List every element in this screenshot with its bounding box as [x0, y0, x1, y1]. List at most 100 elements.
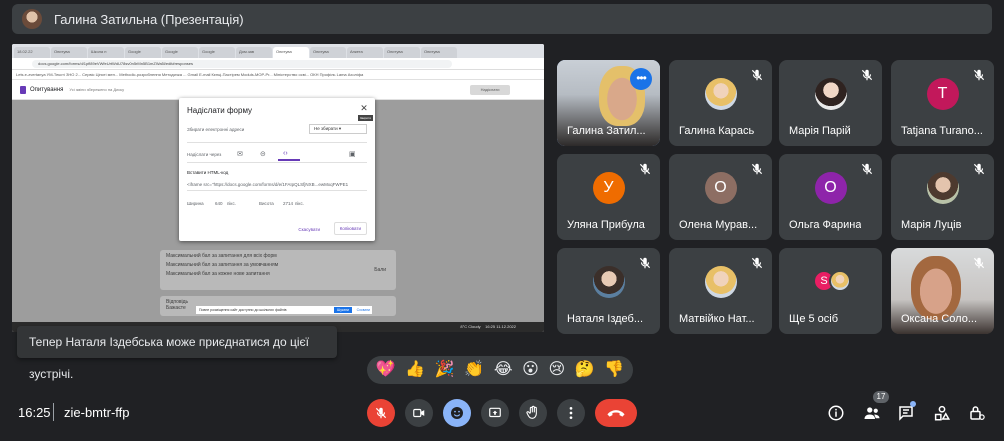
people-button[interactable] [862, 403, 882, 423]
participant-avatar [926, 172, 959, 205]
forms-subtitle: Усі зміни збережено на Диску [69, 87, 125, 92]
browser-tab: Дом.зав [236, 47, 272, 58]
reaction-surprised-face-button[interactable]: 😮 [522, 360, 539, 380]
participant-avatar: У [592, 172, 625, 205]
notice-text: Повне розміщення сайт доступно до шкільн… [199, 308, 287, 312]
collect-emails-label: Збирати електронні адреси [187, 127, 245, 132]
mic-off-icon [751, 69, 763, 81]
info-icon [828, 405, 844, 421]
participant-name: Галина Затил... [567, 125, 646, 137]
email-icon: ✉ [237, 151, 243, 158]
leave-call-button[interactable] [595, 399, 637, 427]
more-options-icon[interactable]: ••• [630, 68, 652, 90]
join-notification: Тепер Наталя Іздебська може приєднатися … [17, 326, 337, 381]
participant-mini-avatar [829, 270, 851, 292]
mic-off-icon [973, 257, 985, 269]
participant-tile[interactable]: ••• Галина Затил... [557, 60, 660, 146]
divider [187, 190, 367, 191]
browser-tab: Опитува [51, 47, 87, 58]
camera-toggle-button[interactable] [405, 399, 433, 427]
mic-off-icon [861, 163, 873, 175]
mic-off-icon [375, 407, 387, 419]
activities-button[interactable] [932, 403, 952, 423]
width-value: 640 [215, 201, 223, 206]
emoji-reactions-button[interactable] [443, 399, 471, 427]
mic-toggle-button[interactable] [367, 399, 395, 427]
reaction-tears-of-joy-button[interactable]: 😂 [494, 360, 513, 380]
host-controls-icon [970, 406, 985, 420]
participant-tile[interactable]: S Ще 5 осіб [779, 248, 882, 334]
notice-dismiss: Сховати [356, 308, 370, 312]
participant-avatar [704, 78, 737, 111]
participant-avatar [704, 266, 737, 299]
participant-name: Ольга Фарина [789, 219, 862, 231]
reactions-bar: 💖 👍 🎉 👏 😂 😮 😢 🤔 👎 [367, 356, 633, 384]
host-controls-button[interactable] [967, 403, 987, 423]
width-unit: пікс. [227, 201, 236, 206]
browser-tab: Опитува [273, 47, 309, 58]
dialog-cancel-button: Скасувати [298, 227, 320, 232]
reaction-thinking-face-button[interactable]: 🤔 [575, 360, 595, 380]
raise-hand-button[interactable] [519, 399, 547, 427]
browser-tab: Опитува [310, 47, 346, 58]
participant-name: Марія Парій [789, 125, 851, 137]
presenter-bar: Галина Затильна (Презентація) [12, 4, 992, 34]
meeting-details-button[interactable] [826, 403, 846, 423]
browser-url: docs.google.com/forms/d/1pfl89eVWfeUrtWd… [32, 59, 452, 68]
participant-tile[interactable]: Марія Луців [891, 154, 994, 240]
reaction-sparkling-heart-button[interactable]: 💖 [376, 360, 396, 380]
participant-face [911, 256, 961, 320]
close-icon: ✕ [360, 103, 368, 113]
participant-name: Галина Карась [679, 125, 755, 137]
present-screen-icon [489, 407, 501, 418]
participant-tile[interactable]: Наталя Іздеб... [557, 248, 660, 334]
reaction-clapping-hands-button[interactable]: 👏 [464, 360, 484, 380]
activities-icon [934, 405, 951, 421]
browser-tab: Google [162, 47, 198, 58]
participant-name: Матвійко Нат... [679, 313, 755, 325]
participant-tile[interactable]: T Tatjana Turano... [891, 60, 994, 146]
browser-tab: 18.02.22 [14, 47, 50, 58]
mic-off-icon [639, 163, 651, 175]
send-form-dialog: Надіслати форму ✕ Закрити Збирати електр… [179, 98, 375, 241]
collect-emails-select: Не збирати ▾ [309, 124, 367, 134]
participant-tile[interactable]: У Уляна Прибула [557, 154, 660, 240]
mic-off-icon [861, 69, 873, 81]
participant-name: Марія Луців [901, 219, 962, 231]
points-label: Бали [374, 267, 386, 273]
browser-tab: Опитува [421, 47, 457, 58]
presentation-screen[interactable]: 18.02.22 Опитува Школа н Google Google Google… [12, 44, 544, 332]
participant-name: Уляна Прибула [567, 219, 645, 231]
participant-count-badge: 17 [873, 391, 889, 403]
present-screen-button[interactable] [481, 399, 509, 427]
height-value: 2714 [283, 201, 294, 206]
link-icon: ⊝ [260, 151, 266, 158]
reaction-crying-face-button[interactable]: 😢 [548, 360, 565, 380]
participant-tile[interactable]: О Ольга Фарина [779, 154, 882, 240]
participant-tile[interactable]: Оксана Соло... [891, 248, 994, 334]
reaction-thumbs-up-button[interactable]: 👍 [405, 360, 425, 380]
reaction-thumbs-down-button[interactable]: 👎 [604, 360, 624, 380]
reaction-party-popper-button[interactable]: 🎉 [435, 360, 455, 380]
participant-tile[interactable]: Матвійко Нат... [669, 248, 772, 334]
notice-button: Шукати [334, 307, 352, 313]
chat-unread-dot [910, 401, 916, 407]
participant-name: Ще 5 осіб [789, 313, 839, 325]
participant-tile[interactable]: Галина Карась [669, 60, 772, 146]
close-tooltip: Закрити [357, 115, 373, 121]
emoji-icon [451, 407, 463, 419]
call-end-icon [607, 410, 625, 417]
participant-tile[interactable]: Марія Парій [779, 60, 882, 146]
form-line: Бажаєте [166, 305, 186, 311]
taskbar-time: 16:25 [485, 324, 496, 329]
browser-bookmarks: Lets.e-zvertanya УМ-Тексті ЗНО 2... Серв… [12, 70, 544, 80]
more-options-button[interactable] [557, 399, 585, 427]
height-label: Висота [259, 201, 274, 206]
bottom-notice: Повне розміщення сайт доступно до шкільн… [196, 306, 372, 314]
camera-icon [413, 408, 425, 418]
forms-settings-card: Максимальний бал за запитання для всіх ф… [160, 250, 396, 290]
participant-tile[interactable]: О Олена Мурав... [669, 154, 772, 240]
participant-avatar: T [926, 78, 959, 111]
dialog-copy-button: Копіювати [333, 222, 367, 235]
taskbar-weather: 8°C Cloudy [460, 324, 481, 329]
